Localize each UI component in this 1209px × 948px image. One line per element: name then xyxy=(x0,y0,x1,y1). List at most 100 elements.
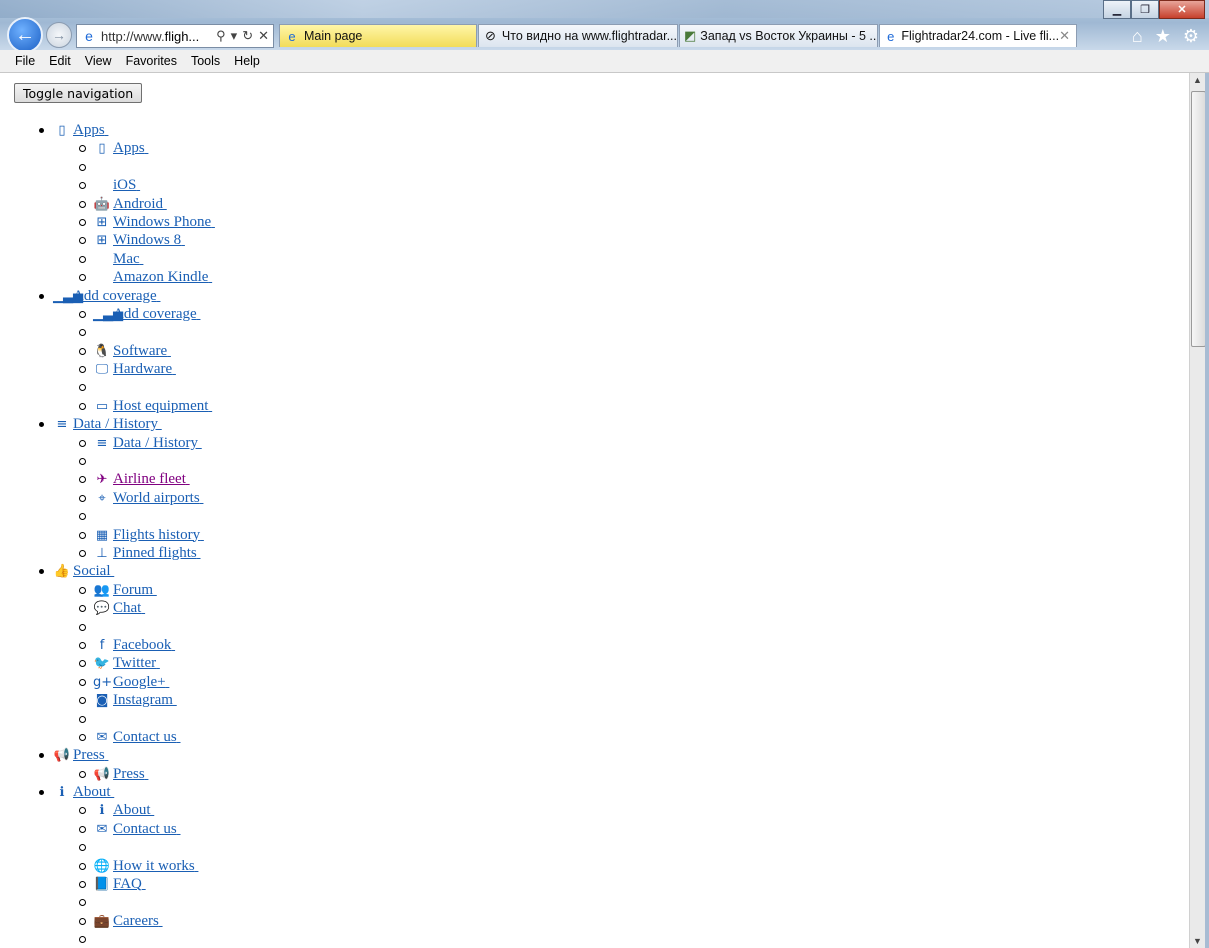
nav-subitem: ▁▃▅Add coverage xyxy=(37,305,215,323)
nav-link[interactable]: ▯ Apps xyxy=(53,122,108,138)
nav-label: Data / History xyxy=(113,434,198,451)
nav-label: Flights history xyxy=(113,526,201,543)
nav-link[interactable]: g+Google+ xyxy=(93,674,169,690)
nav-link[interactable]: ▯ Apps xyxy=(93,140,148,156)
plane-icon: ✈ xyxy=(96,472,108,488)
nav-link[interactable]: ℹ About xyxy=(53,784,114,800)
nav-item: ▁▃▅Add coverage xyxy=(37,287,215,305)
nav-link[interactable]: iOS xyxy=(93,177,140,193)
nav-label: Contact us xyxy=(113,820,177,837)
back-button[interactable]: ← xyxy=(7,17,43,53)
nav-label: Windows Phone xyxy=(113,213,212,230)
close-tab-icon[interactable]: ✕ xyxy=(1059,28,1076,44)
scrollbar-thumb[interactable] xyxy=(1191,91,1206,347)
nav-link[interactable]: ◙ Instagram xyxy=(93,692,177,708)
nav-link[interactable]: 🤖 Android xyxy=(93,196,167,212)
close-button[interactable]: ✕ xyxy=(1159,0,1205,19)
toggle-navigation-button[interactable]: Toggle navigation xyxy=(14,83,143,103)
scroll-down-icon[interactable]: ▼ xyxy=(1193,936,1202,946)
nav-label: Pinned flights xyxy=(113,544,197,561)
nav-subitem: 📢 Press xyxy=(37,765,215,783)
refresh-icon[interactable]: ↻ xyxy=(242,28,253,44)
nav-item: 👍 Social xyxy=(37,562,215,580)
nav-label: About xyxy=(73,784,111,801)
database-icon: ≡ xyxy=(96,435,108,451)
nav-link[interactable]: 👥 Forum xyxy=(93,582,157,598)
facebook-icon: f xyxy=(99,637,105,653)
maximize-button[interactable]: ❐ xyxy=(1131,0,1159,19)
nav-link[interactable]: Amazon Kindle xyxy=(93,269,212,285)
nav-subitem: iOS xyxy=(37,176,215,194)
nav-subitem: ✉ Contact us xyxy=(37,728,215,746)
nav-link[interactable]: ≡ Data / History xyxy=(93,435,202,451)
nav-link[interactable]: ⊞ Windows 8 xyxy=(93,232,185,248)
tab-flightradar-article[interactable]: ⊘ Что видно на www.flightradar... xyxy=(478,24,678,47)
nav-link[interactable]: ▦ Flights history xyxy=(93,527,204,543)
nav-subitem xyxy=(37,618,215,636)
nav-subitem xyxy=(37,838,215,856)
menu-tools[interactable]: Tools xyxy=(191,54,220,68)
chevron-down-icon[interactable]: ▾ xyxy=(231,28,238,44)
nav-link[interactable]: ⊥ Pinned flights xyxy=(93,545,201,561)
address-bar[interactable]: e http://www.fligh... ⚲ ▾ ↻ ✕ xyxy=(76,24,274,48)
nav-label: Instagram xyxy=(113,692,173,709)
menu-edit[interactable]: Edit xyxy=(49,54,71,68)
address-url[interactable]: http://www.fligh... xyxy=(101,29,199,44)
windows-icon: ⊞ xyxy=(96,214,108,230)
nav-link[interactable]: ℹ About xyxy=(93,802,154,818)
star-icon[interactable]: ★ xyxy=(1155,26,1171,47)
thumbs-up-icon: 👍 xyxy=(53,564,71,580)
scroll-up-icon[interactable]: ▲ xyxy=(1193,75,1202,85)
nav-link[interactable]: 💼 Careers xyxy=(93,913,163,929)
nav-link[interactable]: 💬 Chat xyxy=(93,600,145,616)
nav-link[interactable]: ▁▃▅Add coverage xyxy=(93,306,200,322)
nav-subitem: 🐦 Twitter xyxy=(37,654,215,672)
nav-link[interactable]: 🐦 Twitter xyxy=(93,655,160,671)
nav-subitem: g+Google+ xyxy=(37,673,215,691)
minimize-button[interactable]: ▁ xyxy=(1103,0,1131,19)
tab-flightradar24[interactable]: e Flightradar24.com - Live fli... ✕ xyxy=(879,24,1077,47)
menu-help[interactable]: Help xyxy=(234,54,260,68)
menu-favorites[interactable]: Favorites xyxy=(126,54,177,68)
nav-link[interactable]: 📢 Press xyxy=(53,747,108,763)
nav-subitem: 🐧 Software xyxy=(37,342,215,360)
vertical-scrollbar[interactable]: ▲ ▼ xyxy=(1189,73,1206,948)
search-icon[interactable]: ⚲ xyxy=(216,28,226,44)
nav-link[interactable]: 📢 Press xyxy=(93,766,148,782)
android-icon: 🤖 xyxy=(93,196,111,212)
nav-link[interactable]: ≡ Data / History xyxy=(53,416,162,432)
menu-view[interactable]: View xyxy=(85,54,112,68)
nav-subitem: ≡ Data / History xyxy=(37,434,215,452)
nav-link[interactable]: ⌖ World airports xyxy=(93,490,203,506)
browser-chrome: ▁ ❐ ✕ ← → e http://www.fligh... ⚲ ▾ ↻ ✕ … xyxy=(0,0,1209,53)
navigation-list: ▯ Apps ▯ Apps iOS 🤖 Android ⊞ Windows Phone … xyxy=(37,121,215,948)
nav-link[interactable]: ✈ Airline fleet xyxy=(93,471,190,487)
nav-link[interactable]: f Facebook xyxy=(93,637,175,653)
nav-link[interactable]: ✉ Contact us xyxy=(93,821,181,837)
forward-button[interactable]: → xyxy=(46,22,72,48)
nav-subitem: ⊥ Pinned flights xyxy=(37,544,215,562)
nav-link[interactable]: ▁▃▅Add coverage xyxy=(53,288,160,304)
tab-west-vs-east[interactable]: ◩ Запад vs Восток Украины - 5 ... xyxy=(679,24,878,47)
nav-link[interactable]: 👍 Social xyxy=(53,563,114,579)
tab-title: Flightradar24.com - Live fli... xyxy=(901,29,1060,43)
window-controls: ▁ ❐ ✕ xyxy=(1103,0,1205,19)
gear-icon[interactable]: ⚙ xyxy=(1183,26,1199,47)
nav-link[interactable]: Mac xyxy=(93,251,143,267)
nav-link[interactable]: ⊞ Windows Phone xyxy=(93,214,215,230)
tab-main-page[interactable]: e Main page xyxy=(279,24,477,47)
nav-link[interactable]: 🖵 Hardware xyxy=(93,361,176,377)
menu-file[interactable]: File xyxy=(15,54,35,68)
tab-title: Запад vs Восток Украины - 5 ... xyxy=(700,29,878,43)
nav-link[interactable]: ▭ Host equipment xyxy=(93,398,212,414)
home-icon[interactable]: ⌂ xyxy=(1132,26,1143,47)
stop-icon[interactable]: ✕ xyxy=(258,28,269,44)
nav-label: Facebook xyxy=(113,636,172,653)
nav-link[interactable]: 🌐 How it works xyxy=(93,858,198,874)
desktop-background xyxy=(0,0,1209,18)
nav-link[interactable]: ✉ Contact us xyxy=(93,729,181,745)
nav-label: Google+ xyxy=(113,673,166,690)
nav-link[interactable]: 📘 FAQ xyxy=(93,876,146,892)
nav-link[interactable]: 🐧 Software xyxy=(93,343,171,359)
desktop-icon: 🖵 xyxy=(95,362,109,378)
